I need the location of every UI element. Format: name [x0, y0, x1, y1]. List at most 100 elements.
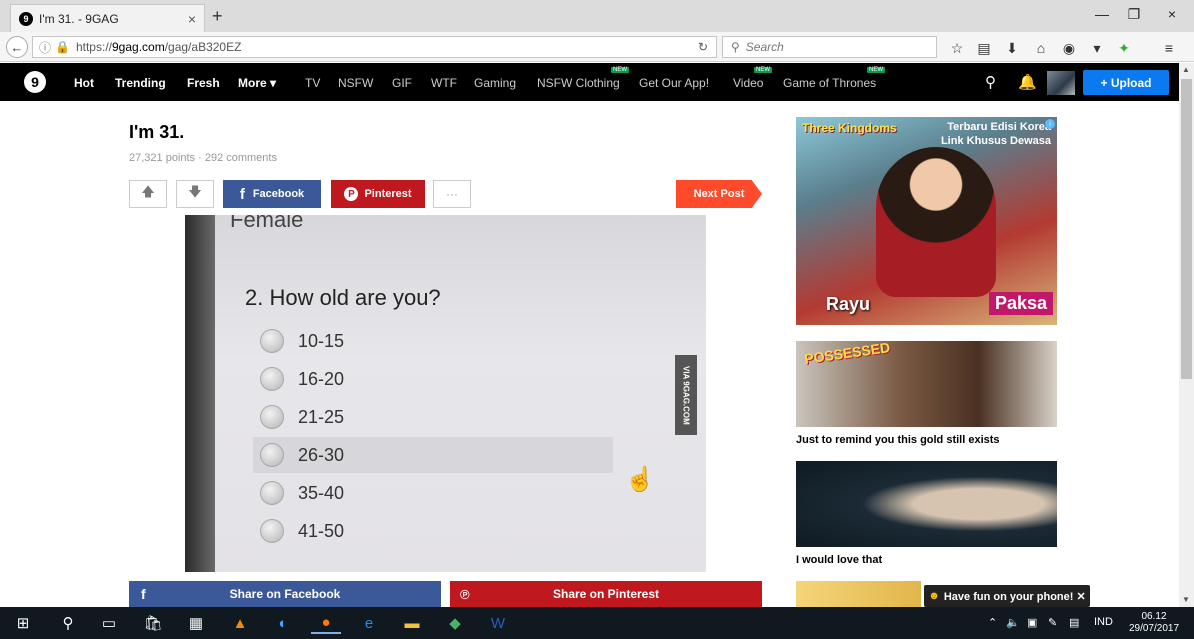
more-button[interactable]: ···: [433, 180, 471, 208]
search-icon[interactable]: ⚲: [53, 612, 83, 634]
nav-video[interactable]: Video: [733, 76, 763, 90]
tab-close-icon[interactable]: ×: [188, 11, 196, 27]
hand-cursor-icon: ☝: [625, 466, 655, 493]
pinterest-share-button[interactable]: P Pinterest: [331, 180, 425, 208]
addon-icon[interactable]: ✦: [1115, 40, 1133, 57]
minimize-button[interactable]: —: [1092, 6, 1112, 22]
nav-game-of-thrones[interactable]: Game of Thrones: [783, 76, 876, 90]
firefox-icon[interactable]: ●: [311, 612, 341, 634]
menu-icon[interactable]: ≡: [1160, 40, 1178, 56]
search-icon[interactable]: ⚲: [985, 73, 996, 91]
next-post-button[interactable]: Next Post: [676, 180, 762, 208]
sidebar-item-title[interactable]: I would love that: [796, 554, 882, 566]
volume-icon[interactable]: 🔈: [1006, 616, 1020, 629]
back-arrow-icon: ←: [10, 39, 24, 55]
page-scrollbar[interactable]: ▲ ▼: [1179, 63, 1194, 607]
ad-headline-line1: Terbaru Edisi Korea: [947, 121, 1051, 133]
sidebar-thumbnail[interactable]: POSSESSED: [796, 341, 1057, 427]
nav-fresh[interactable]: Fresh: [187, 76, 220, 90]
option-label: 16-20: [298, 368, 345, 389]
ad-info-icon[interactable]: i: [1045, 119, 1055, 129]
facebook-share-button[interactable]: f Facebook: [223, 180, 321, 208]
image-option: 35-40: [260, 481, 344, 505]
reload-icon[interactable]: ↻: [698, 40, 708, 54]
photos-app-icon[interactable]: ▦: [181, 612, 211, 634]
bell-icon[interactable]: 🔔: [1018, 73, 1037, 91]
smiley-icon: ☻: [928, 590, 940, 602]
search-icon: ⚲: [731, 40, 740, 54]
download-icon[interactable]: ⬇: [1003, 40, 1021, 57]
sidebar-ad[interactable]: Three Kingdoms Terbaru Edisi Korea Link …: [796, 117, 1057, 325]
image-top-text: Female: [230, 215, 304, 232]
share-pinterest-button[interactable]: ℗ Share on Pinterest: [450, 581, 762, 607]
search-placeholder: Search: [745, 40, 784, 54]
address-bar[interactable]: ⓘ 🔒 https:// 9gag.com /gag/aB320EZ ↻: [32, 36, 717, 58]
file-explorer-icon[interactable]: ▬: [397, 612, 427, 634]
thumbnail-overlay-text: POSSESSED: [803, 341, 892, 367]
radio-icon: [260, 519, 284, 543]
sidebar-thumbnail[interactable]: [796, 581, 921, 607]
app-promo-toast[interactable]: ☻ Have fun on your phone! ✕: [924, 585, 1090, 607]
home-icon[interactable]: ⌂: [1032, 40, 1050, 56]
ad-left-text: Rayu: [826, 294, 871, 314]
ad-figure: [876, 147, 996, 297]
task-view-icon[interactable]: ▭: [94, 612, 124, 634]
new-badge: NEW: [867, 67, 885, 73]
maps-app-icon[interactable]: ◆: [440, 612, 470, 634]
9gag-favicon-icon: 9: [19, 11, 33, 26]
vlc-icon[interactable]: ▲: [225, 612, 255, 634]
chat-icon[interactable]: ◉: [1060, 40, 1078, 57]
nav-trending[interactable]: Trending: [115, 76, 166, 90]
word-icon[interactable]: W: [483, 612, 513, 634]
upvote-button[interactable]: 🡅: [129, 180, 167, 208]
nav-gaming[interactable]: Gaming: [474, 76, 516, 90]
windows-start-icon[interactable]: ⊞: [8, 612, 38, 634]
maximize-button[interactable]: ❐: [1124, 6, 1144, 23]
post-meta[interactable]: 27,321 points · 292 comments: [129, 152, 277, 164]
browser-tab[interactable]: 9 I'm 31. - 9GAG ×: [10, 4, 205, 32]
9gag-logo-icon[interactable]: 9: [24, 71, 46, 93]
app-icon[interactable]: ◐: [268, 612, 298, 634]
lock-warning-icon[interactable]: 🔒: [55, 40, 70, 54]
downvote-button[interactable]: 🡇: [176, 180, 214, 208]
nav-get-app[interactable]: Get Our App!: [639, 76, 709, 90]
pinterest-icon: P: [344, 187, 359, 201]
image-question: 2. How old are you?: [245, 285, 441, 310]
upload-button[interactable]: + Upload: [1083, 70, 1169, 95]
share-facebook-label: Share on Facebook: [229, 587, 341, 601]
nav-tv[interactable]: TV: [305, 76, 320, 90]
nav-hot[interactable]: Hot: [74, 76, 94, 90]
language-indicator[interactable]: IND: [1094, 616, 1113, 628]
info-icon[interactable]: ⓘ: [39, 39, 51, 56]
browser-tab-strip: 9 I'm 31. - 9GAG × + — ❐ ×: [0, 0, 1194, 32]
back-button[interactable]: ←: [6, 36, 28, 58]
new-tab-button[interactable]: +: [212, 6, 223, 27]
store-icon[interactable]: 🛍: [138, 612, 168, 634]
post-image[interactable]: Female 2. How old are you? 10-15 16-20 2…: [185, 215, 706, 572]
sidebar-thumbnail[interactable]: [796, 461, 1057, 547]
nav-more[interactable]: More ▾: [238, 76, 276, 90]
notification-icon[interactable]: ▤: [1069, 616, 1079, 629]
image-option: 21-25: [260, 405, 344, 429]
nav-nsfw[interactable]: NSFW: [338, 76, 373, 90]
tray-chevron-icon[interactable]: ⌃: [988, 616, 997, 629]
close-window-button[interactable]: ×: [1162, 6, 1182, 22]
nav-nsfw-clothing[interactable]: NSFW Clothing: [537, 76, 620, 90]
avatar[interactable]: [1047, 71, 1075, 95]
edge-icon[interactable]: e: [354, 612, 384, 634]
network-icon[interactable]: ▣: [1027, 616, 1037, 629]
reading-list-icon[interactable]: ▤: [975, 40, 993, 57]
nav-gif[interactable]: GIF: [392, 76, 412, 90]
sidebar-item-title[interactable]: Just to remind you this gold still exist…: [796, 434, 1000, 446]
bookmark-star-icon[interactable]: ☆: [948, 40, 966, 57]
pen-icon[interactable]: ✎: [1048, 616, 1057, 629]
scroll-thumb[interactable]: [1181, 79, 1192, 379]
nav-wtf[interactable]: WTF: [431, 76, 457, 90]
share-facebook-button[interactable]: f Share on Facebook: [129, 581, 441, 607]
scroll-down-icon[interactable]: ▼: [1182, 595, 1190, 604]
scroll-up-icon[interactable]: ▲: [1182, 65, 1190, 74]
search-input[interactable]: ⚲ Search: [722, 36, 937, 58]
system-clock[interactable]: 06.12 29/07/2017: [1124, 611, 1184, 635]
facebook-icon: f: [239, 185, 245, 203]
pocket-icon[interactable]: ▾: [1088, 40, 1106, 57]
